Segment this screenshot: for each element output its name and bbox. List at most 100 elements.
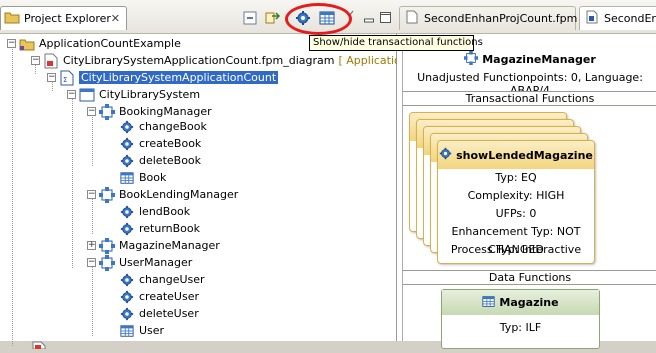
application-count-icon: Σ (59, 70, 75, 86)
tree-label: CityLibrarySystemApplicationCount (79, 71, 279, 84)
tree-label: changeUser (139, 273, 205, 286)
collapse-toggle[interactable]: − (87, 107, 96, 116)
tree-label: BookLendingManager (119, 188, 239, 201)
transactional-functions-header: Transactional Functions (403, 91, 656, 106)
tree-item-app-count[interactable]: − Σ CityLibrarySystemApplicationCount (47, 69, 279, 86)
project-folder-icon (19, 36, 35, 52)
gear-icon (439, 147, 452, 163)
tree-label: createBook (139, 137, 202, 150)
manager-icon (464, 51, 479, 68)
tree-item-return-book[interactable]: returnBook (119, 220, 200, 237)
svg-text:Σ: Σ (63, 76, 67, 84)
tree-item-magazine-manager[interactable]: + MagazineManager (87, 237, 220, 254)
project-explorer-panel: Project Explorer ✕ Show/hide transaction… (0, 0, 483, 349)
manager-icon (99, 254, 115, 271)
manager-icon (99, 103, 115, 120)
gear-icon (119, 306, 135, 322)
file-icon (586, 10, 598, 27)
card-header: Magazine (442, 290, 599, 315)
diagram-canvas[interactable]: MagazineManager Unadjusted Functionpoint… (402, 46, 656, 349)
minimize-view-button[interactable] (360, 9, 377, 26)
highlight-ellipse (285, 3, 352, 35)
expand-toggle[interactable]: + (87, 241, 96, 250)
tree-item-change-user[interactable]: changeUser (119, 271, 205, 288)
gear-icon (119, 272, 135, 288)
card-complexity: Complexity: HIGH (467, 189, 565, 202)
tree-label: UserManager (119, 256, 193, 269)
collapse-all-button[interactable] (241, 9, 258, 26)
maximize-view-button[interactable] (377, 9, 394, 26)
gear-icon (119, 136, 135, 152)
tree-item-user-manager[interactable]: − UserManager (87, 254, 192, 271)
tree-label: changeBook (139, 120, 207, 133)
tree-label: lendBook (139, 205, 191, 218)
gear-icon (119, 204, 135, 220)
diagram-file-icon (43, 53, 59, 69)
card-typ: Typ: EQ (495, 171, 537, 184)
link-with-editor-button[interactable] (264, 9, 281, 26)
tree-label: MagazineManager (119, 239, 220, 252)
collapse-toggle[interactable]: − (7, 39, 16, 48)
tab-project-explorer[interactable]: Project Explorer ✕ (0, 6, 127, 30)
table-icon (119, 323, 135, 339)
gear-icon (119, 119, 135, 135)
card-title: showLendedMagazine (456, 148, 593, 162)
tree-label: deleteBook (139, 154, 202, 167)
tree-item-user[interactable]: User (119, 322, 164, 339)
tab-label: SecondEnhanProjCount.fpm (424, 12, 578, 25)
transactional-function-card[interactable]: showLendedMagazine Typ: EQ Complexity: H… (437, 140, 595, 264)
tree-item-create-book[interactable]: createBook (119, 135, 201, 152)
table-icon (482, 295, 496, 311)
manager-title: MagazineManager (403, 51, 656, 68)
tree-item-partial[interactable] (31, 336, 51, 353)
tab-label: Project Explorer (24, 12, 111, 25)
manager-title-text: MagazineManager (482, 53, 596, 66)
tree-item-root[interactable]: − ApplicationCountExample (7, 35, 181, 52)
gear-icon (119, 289, 135, 305)
card-header: showLendedMagazine (438, 141, 594, 169)
manager-icon (99, 237, 115, 254)
table-icon (119, 170, 135, 186)
card-ufps: UFPs: 0 (495, 207, 537, 220)
project-explorer-header: Project Explorer ✕ (0, 0, 397, 35)
tree-item-delete-user[interactable]: deleteUser (119, 305, 199, 322)
collapse-toggle[interactable]: − (87, 258, 96, 267)
tree-item-diagram-file[interactable]: − CityLibrarySystemApplicationCount.fpm_… (31, 52, 437, 69)
tree-item-lend-book[interactable]: lendBook (119, 203, 190, 220)
tree-label: deleteUser (139, 307, 199, 320)
tree-item-book[interactable]: Book (119, 169, 166, 186)
tree-item-create-user[interactable]: createUser (119, 288, 199, 305)
tree-item-change-book[interactable]: changeBook (119, 118, 207, 135)
tree-label: ApplicationCountExample (39, 37, 181, 50)
collapse-toggle[interactable]: − (67, 90, 76, 99)
data-function-card[interactable]: Magazine Typ: ILF (441, 289, 600, 349)
tooltip: Show/hide transactional functions (309, 35, 483, 51)
tree-item-delete-book[interactable]: deleteBook (119, 152, 201, 169)
system-icon (79, 87, 95, 103)
card-typ: Typ: ILF (499, 321, 542, 334)
card-enhancement: Enhancement Typ: NOT CHANGED (451, 225, 581, 256)
tree-label: CityLibrarySystem (99, 88, 201, 101)
collapse-toggle[interactable]: − (31, 56, 40, 65)
collapse-toggle[interactable]: − (87, 190, 96, 199)
editor-panel: SecondEnhanProjCount.fpm SecondEr Magazi… (397, 0, 656, 349)
tree-item-book-lending-manager[interactable]: − BookLendingManager (87, 186, 238, 203)
tab-second-enhan-proj-count[interactable]: SecondEnhanProjCount.fpm (399, 6, 578, 30)
tree-label: CityLibrarySystemApplicationCount.fpm_di… (63, 54, 335, 67)
tab-second-er[interactable]: SecondEr (579, 6, 656, 30)
file-icon (406, 10, 418, 27)
tree-label: User (139, 324, 165, 337)
card-title: Magazine (499, 296, 559, 309)
tree-item-system[interactable]: − CityLibrarySystem (67, 86, 200, 103)
folder-icon (4, 10, 20, 27)
tree-label: BookingManager (119, 105, 212, 118)
gear-icon (119, 221, 135, 237)
close-icon[interactable]: ✕ (111, 12, 120, 25)
editor-tab-bar: SecondEnhanProjCount.fpm SecondEr (397, 0, 656, 34)
tree-label: createUser (139, 290, 199, 303)
collapse-toggle[interactable]: − (47, 73, 56, 82)
gear-icon (119, 153, 135, 169)
card-process: Process Typ: Interactive (450, 243, 582, 256)
diagram-file-icon (31, 337, 47, 353)
tree-label: returnBook (139, 222, 201, 235)
